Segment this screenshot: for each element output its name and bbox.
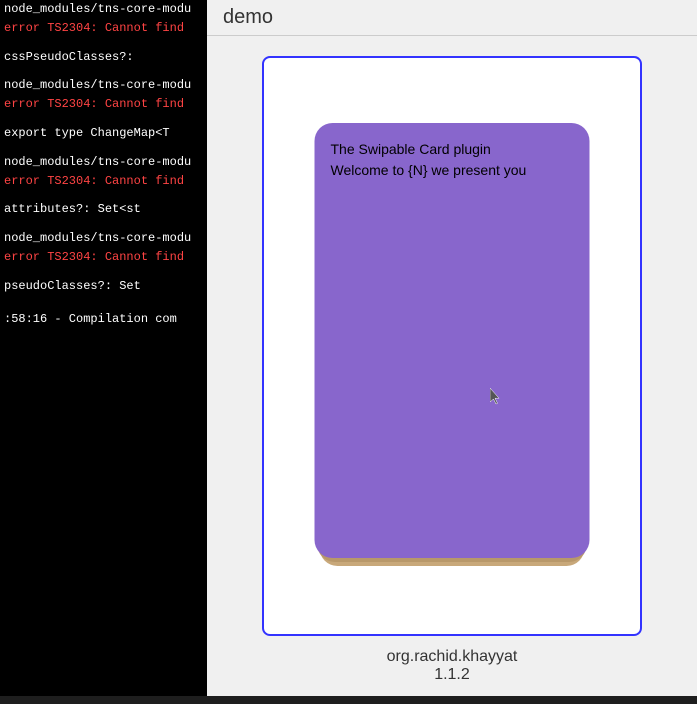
terminal-line: node_modules/tns-core-modu [0, 229, 207, 248]
terminal-line: node_modules/tns-core-modu [0, 0, 207, 19]
terminal-spacer [0, 267, 207, 277]
terminal-line: error TS2304: Cannot find [0, 248, 207, 267]
card-stack[interactable]: The Swipable Card plugin Welcome to {N} … [312, 126, 592, 566]
terminal-line: error TS2304: Cannot find [0, 19, 207, 38]
terminal-line: cssPseudoClasses?: [0, 48, 207, 67]
terminal-spacer [0, 38, 207, 48]
bottom-info: org.rachid.khayyat 1.1.2 [387, 636, 518, 684]
org-label: org.rachid.khayyat [387, 648, 518, 666]
terminal-panel: node_modules/tns-core-modu error TS2304:… [0, 0, 207, 696]
terminal-compilation: :58:16 - Compilation com [0, 310, 207, 329]
terminal-spacer [0, 114, 207, 124]
terminal-spacer [0, 190, 207, 200]
phone-frame: The Swipable Card plugin Welcome to {N} … [262, 56, 642, 636]
terminal-line: error TS2304: Cannot find [0, 172, 207, 191]
terminal-spacer [0, 143, 207, 153]
demo-content: The Swipable Card plugin Welcome to {N} … [207, 36, 697, 704]
page-title: demo [223, 6, 681, 29]
terminal-line: attributes?: Set<st [0, 200, 207, 219]
card-line2: Welcome to {N} we present you [331, 160, 574, 181]
terminal-spacer [0, 219, 207, 229]
card-top[interactable]: The Swipable Card plugin Welcome to {N} … [315, 123, 590, 558]
terminal-spacer [0, 66, 207, 76]
demo-panel: demo The Swipable Card plugin Welcome to… [207, 0, 697, 696]
terminal-line: node_modules/tns-core-modu [0, 76, 207, 95]
terminal-line: node_modules/tns-core-modu [0, 153, 207, 172]
terminal-spacer [0, 296, 207, 306]
terminal-line: error TS2304: Cannot find [0, 95, 207, 114]
terminal-line: export type ChangeMap<T [0, 124, 207, 143]
terminal-line: pseudoClasses?: Set [0, 277, 207, 296]
card-line1: The Swipable Card plugin [331, 139, 574, 160]
version-label: 1.1.2 [387, 666, 518, 684]
demo-header: demo [207, 0, 697, 36]
